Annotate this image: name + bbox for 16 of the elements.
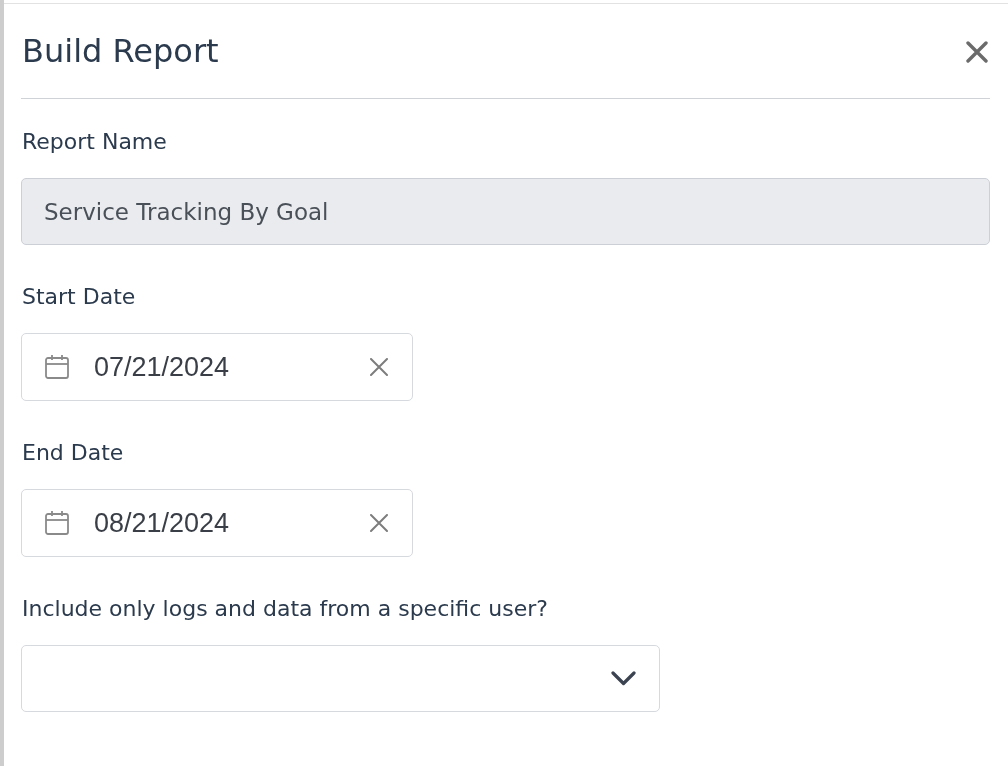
field-label: Report Name xyxy=(21,128,168,156)
clear-icon[interactable] xyxy=(370,358,388,376)
clear-icon[interactable] xyxy=(370,514,388,532)
dialog-title: Build Report xyxy=(22,31,219,72)
field-label: Include only logs and data from a specific user? xyxy=(21,595,549,623)
field-label: End Date xyxy=(21,439,125,467)
date-field[interactable]: 07/21/2024 xyxy=(21,333,413,401)
date-value: 08/21/2024 xyxy=(94,507,231,539)
calendar-icon xyxy=(45,355,69,379)
close-button[interactable] xyxy=(966,40,988,63)
field-label: Start Date xyxy=(21,283,137,311)
calendar-icon xyxy=(45,511,69,535)
date-field[interactable]: 08/21/2024 xyxy=(21,489,413,557)
date-value: 07/21/2024 xyxy=(94,351,231,383)
close-icon xyxy=(966,40,988,63)
chevron-down-icon xyxy=(611,671,636,686)
